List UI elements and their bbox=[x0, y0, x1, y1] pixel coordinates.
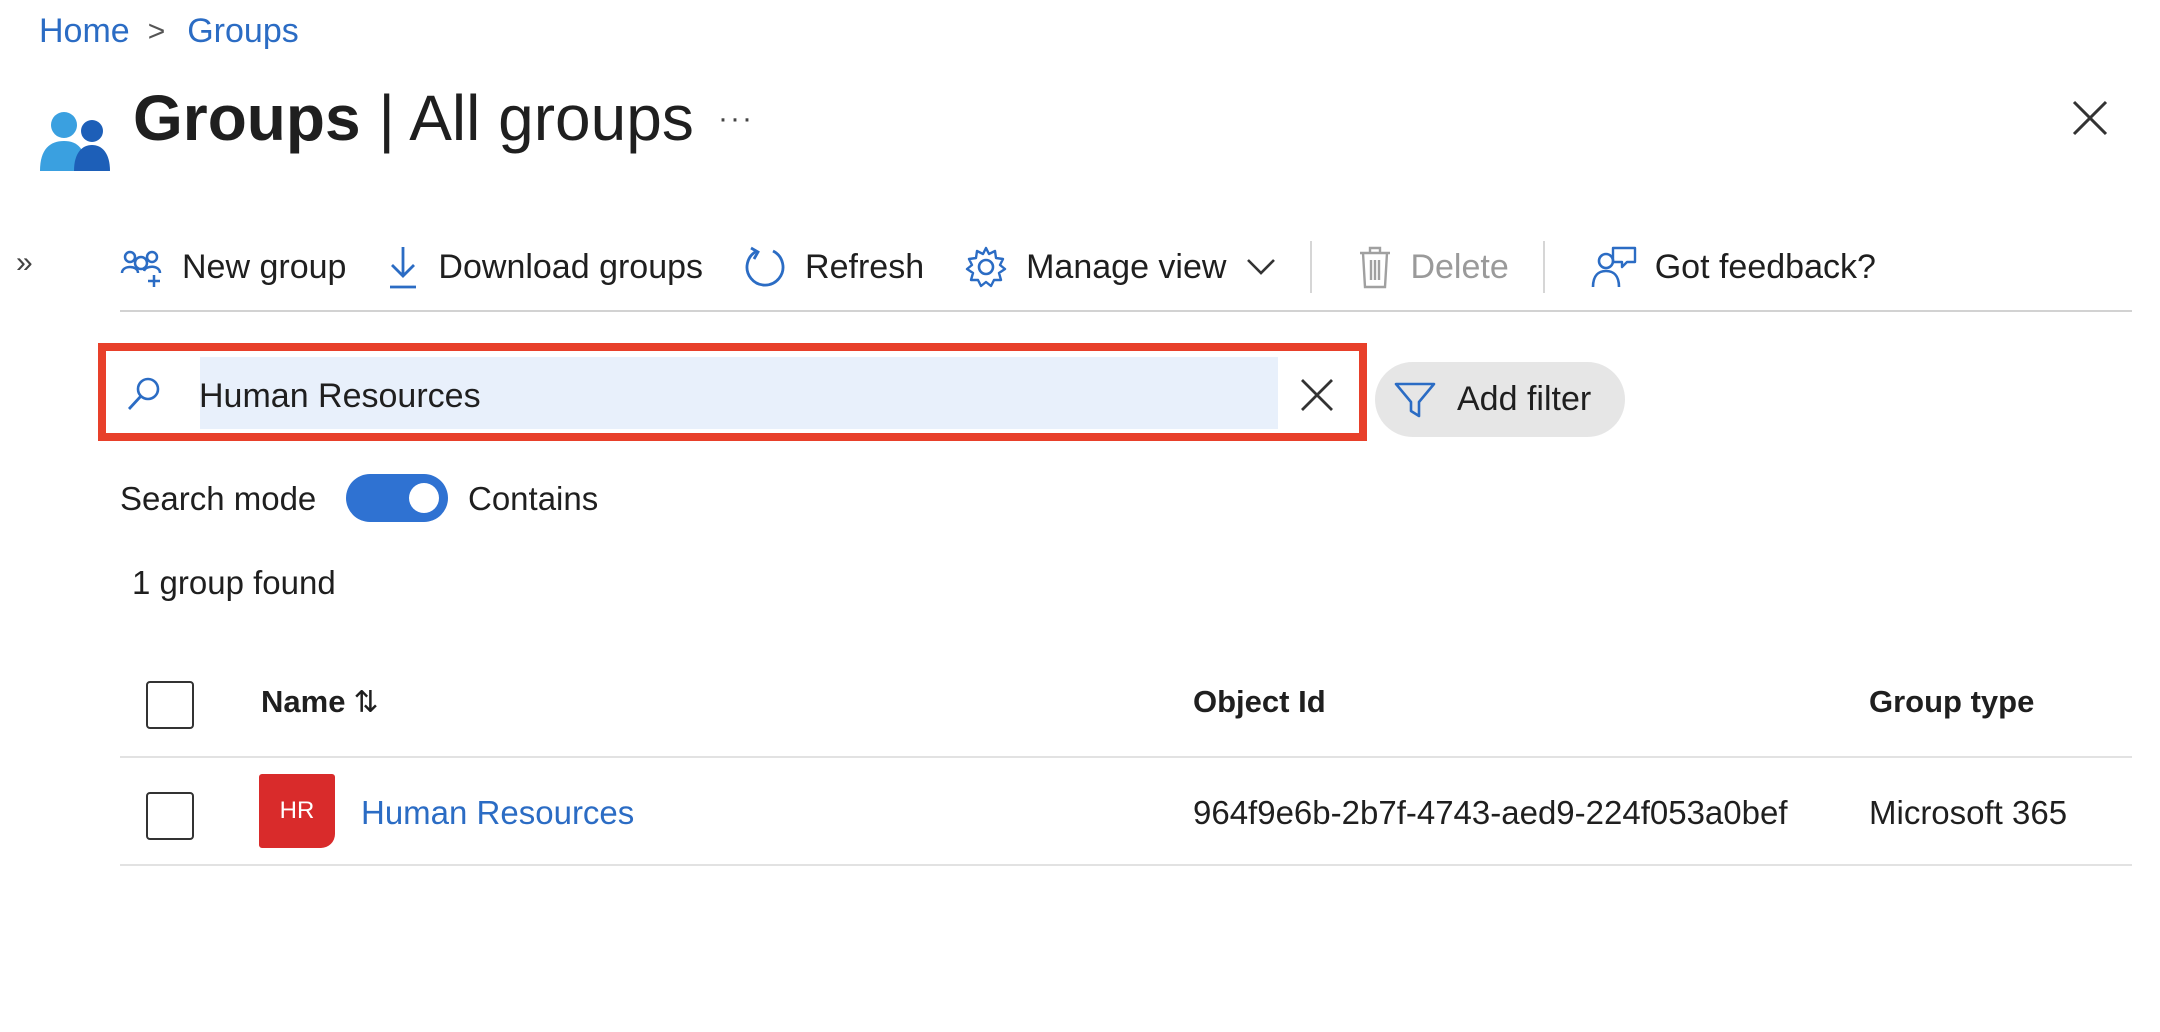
trash-icon bbox=[1360, 246, 1391, 289]
refresh-icon bbox=[745, 246, 785, 287]
filter-icon bbox=[1394, 382, 1436, 417]
close-icon[interactable] bbox=[2068, 96, 2112, 140]
feedback-button[interactable]: Got feedback? bbox=[1591, 245, 1876, 289]
manage-view-button[interactable]: Manage view bbox=[964, 245, 1276, 289]
breadcrumb: Home > Groups bbox=[39, 12, 299, 51]
new-group-label: New group bbox=[182, 247, 347, 286]
download-groups-label: Download groups bbox=[438, 247, 704, 286]
new-group-button[interactable]: New group bbox=[120, 247, 346, 287]
toolbar-divider bbox=[1310, 241, 1313, 293]
column-header-object-id[interactable]: Object Id bbox=[1193, 684, 1326, 720]
group-name-link[interactable]: Human Resources bbox=[361, 794, 634, 832]
more-options-button[interactable]: ··· bbox=[718, 102, 754, 136]
search-mode-label: Search mode bbox=[120, 480, 317, 517]
refresh-label: Refresh bbox=[805, 247, 925, 286]
refresh-button[interactable]: Refresh bbox=[743, 245, 924, 289]
object-id-cell: 964f9e6b-2b7f-4743-aed9-224f053a0bef bbox=[1193, 794, 1788, 831]
groups-icon bbox=[40, 112, 110, 171]
row-divider bbox=[120, 864, 2132, 866]
delete-button[interactable]: Delete bbox=[1358, 245, 1509, 289]
row-checkbox[interactable] bbox=[146, 792, 194, 840]
search-mode-value: Contains bbox=[468, 480, 599, 517]
sort-icon[interactable]: ⇅ bbox=[353, 686, 378, 719]
toolbar-divider-2 bbox=[1542, 241, 1545, 293]
feedback-icon bbox=[1591, 246, 1636, 288]
breadcrumb-separator: > bbox=[147, 14, 166, 48]
page-title: Groups | All groups bbox=[133, 82, 694, 154]
add-filter-label: Add filter bbox=[1457, 380, 1592, 418]
manage-view-label: Manage view bbox=[1026, 247, 1227, 286]
column-header-group-type[interactable]: Group type bbox=[1869, 684, 2034, 720]
breadcrumb-home-link[interactable]: Home bbox=[39, 12, 130, 51]
download-icon bbox=[390, 247, 417, 289]
result-count: 1 group found bbox=[132, 564, 336, 601]
select-all-checkbox[interactable] bbox=[146, 681, 194, 729]
clear-search-icon[interactable] bbox=[1298, 376, 1336, 414]
search-mode-toggle[interactable] bbox=[346, 474, 448, 522]
download-groups-button[interactable]: Download groups bbox=[386, 245, 703, 289]
gear-icon bbox=[965, 246, 1007, 288]
new-group-icon bbox=[120, 250, 162, 287]
add-filter-button[interactable]: Add filter bbox=[1375, 362, 1625, 437]
chevron-down-icon bbox=[1247, 259, 1276, 275]
search-icon bbox=[127, 377, 160, 410]
header-divider bbox=[120, 756, 2132, 758]
toolbar-separator bbox=[120, 310, 2132, 312]
feedback-label: Got feedback? bbox=[1654, 247, 1876, 286]
breadcrumb-groups-link[interactable]: Groups bbox=[187, 12, 299, 51]
group-avatar: HR bbox=[259, 774, 335, 848]
expand-sidebar-button[interactable]: » bbox=[16, 246, 33, 280]
delete-label: Delete bbox=[1410, 247, 1509, 286]
toolbar: New group Download groups Refresh Manage… bbox=[120, 232, 1916, 302]
group-type-cell: Microsoft 365 bbox=[1869, 794, 2068, 831]
column-header-name[interactable]: Name ⇅ bbox=[261, 684, 379, 720]
search-input-value[interactable]: Human Resources bbox=[199, 373, 481, 419]
